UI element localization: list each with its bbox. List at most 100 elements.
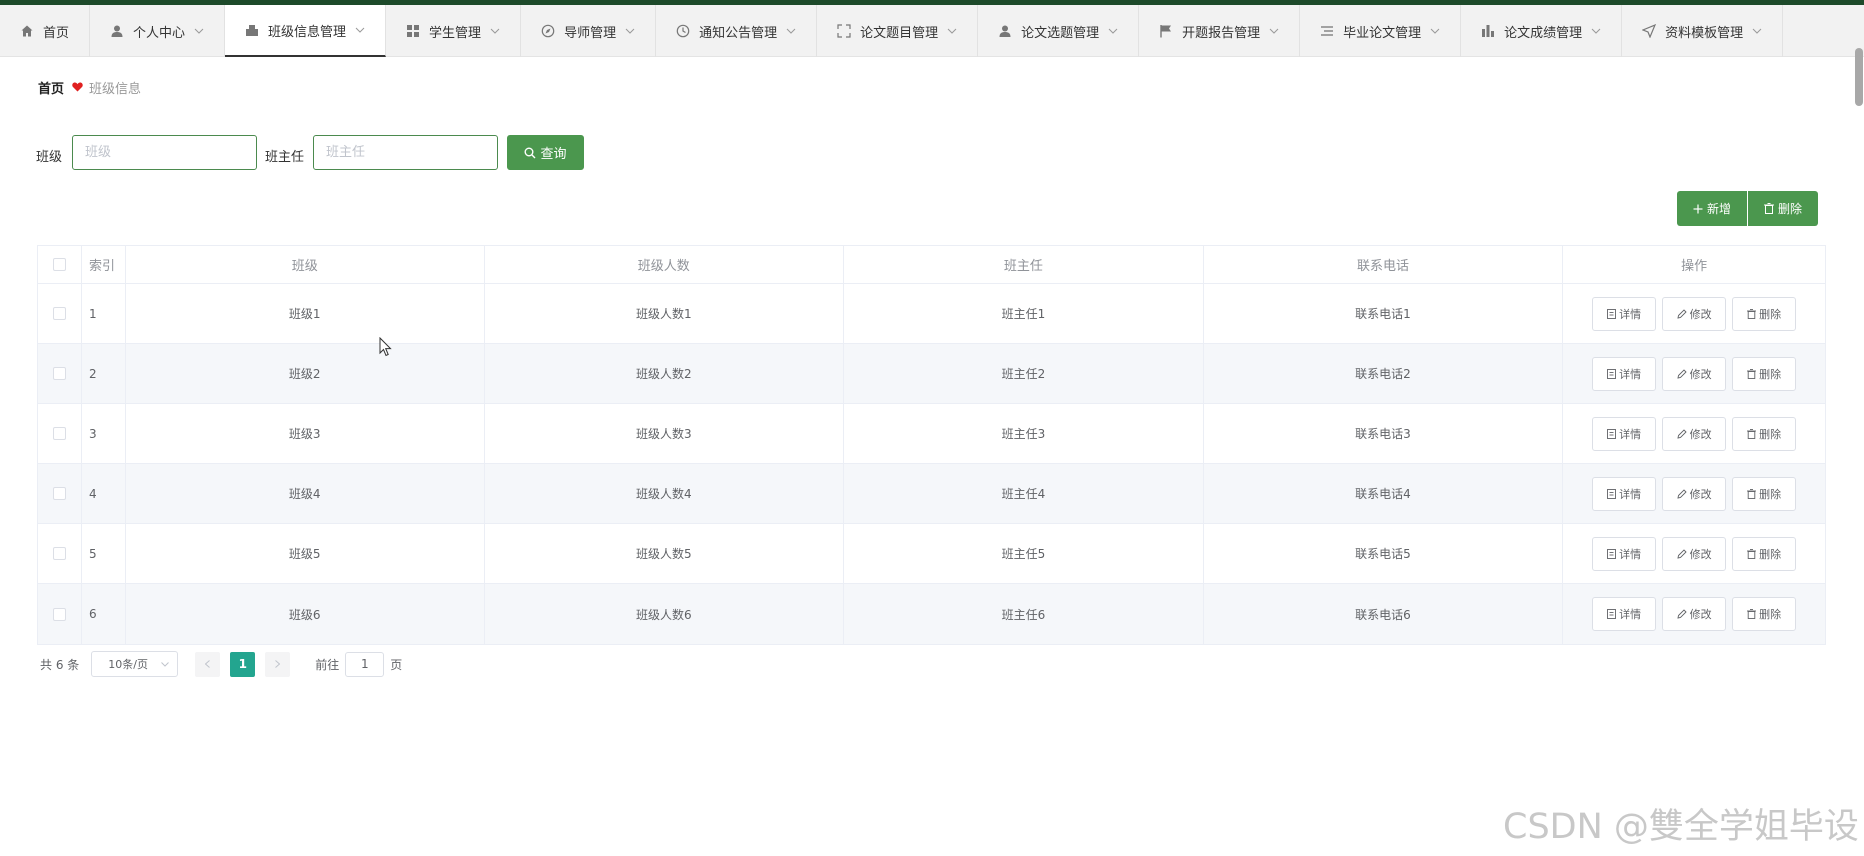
nav-item-3[interactable]: 学生管理	[386, 5, 522, 57]
delete-button[interactable]: 删除	[1732, 536, 1797, 571]
next-page-button[interactable]	[265, 651, 291, 677]
teacher-search-input[interactable]	[313, 135, 498, 170]
row-checkbox[interactable]	[52, 487, 66, 500]
page-1[interactable]: 1	[230, 651, 256, 677]
pagination-total: 共 6 条	[40, 657, 80, 672]
chevron-down-icon	[625, 26, 635, 36]
heart-icon	[72, 82, 83, 92]
document-icon	[1607, 609, 1617, 619]
table-row: 1 班级1 班级人数1 班主任1 联系电话1 详情 修改 删除	[38, 284, 1825, 344]
chevron-left-icon	[205, 660, 211, 668]
nav-item-label: 导师管理	[564, 25, 617, 41]
row-checkbox[interactable]	[52, 427, 66, 440]
delete-button[interactable]: 删除	[1732, 597, 1797, 631]
edit-button[interactable]: 修改	[1662, 597, 1727, 631]
delete-button[interactable]: 删除	[1732, 296, 1797, 331]
chevron-down-icon	[1752, 26, 1762, 36]
select-all-cell	[38, 246, 82, 283]
breadcrumb-home[interactable]: 首页	[38, 78, 64, 97]
top-nav: 首页 个人中心 班级信息管理 学生管理 导师管理 通知公告管理 论文题目管理 论文选题管理 开题…	[0, 5, 1864, 57]
trash-icon	[1747, 609, 1757, 619]
home-icon	[20, 24, 34, 38]
nav-item-9[interactable]: 毕业论文管理	[1300, 5, 1462, 57]
edit-button[interactable]: 修改	[1662, 476, 1727, 511]
trash-icon	[1747, 368, 1757, 379]
detail-button[interactable]: 详情	[1592, 536, 1657, 571]
detail-button[interactable]: 详情	[1592, 416, 1657, 451]
detail-button[interactable]: 详情	[1592, 597, 1657, 631]
detail-button[interactable]: 详情	[1592, 476, 1657, 511]
edit-button[interactable]: 修改	[1662, 416, 1727, 451]
nav-item-7[interactable]: 论文选题管理	[978, 5, 1140, 57]
header-phone: 联系电话	[1204, 246, 1564, 283]
batch-delete-button[interactable]: 删除	[1748, 191, 1818, 226]
cell-ops: 详情 修改 删除	[1563, 284, 1825, 343]
nav-item-label: 论文选题管理	[1021, 25, 1100, 41]
cell-count: 班级人数1	[485, 284, 845, 343]
cell-class: 班级1	[126, 284, 485, 343]
delete-button-label: 删除	[1759, 547, 1782, 561]
nav-item-2[interactable]: 班级信息管理	[225, 5, 387, 57]
cell-ops: 详情 修改 删除	[1563, 584, 1825, 644]
cell-class: 班级5	[126, 524, 485, 583]
nav-item-0[interactable]: 首页	[0, 5, 91, 57]
row-select-cell	[38, 584, 82, 644]
trash-icon	[1747, 308, 1757, 319]
cell-index: 6	[82, 584, 126, 644]
delete-button[interactable]: 删除	[1732, 356, 1797, 391]
cell-ops: 详情 修改 删除	[1563, 404, 1825, 463]
edit-button-label: 修改	[1689, 427, 1712, 441]
cell-class: 班级3	[126, 404, 485, 463]
send-icon	[1642, 24, 1657, 38]
chevron-down-icon	[947, 26, 957, 36]
cell-teacher: 班主任1	[844, 284, 1204, 343]
chevron-down-icon	[490, 26, 500, 36]
detail-button[interactable]: 详情	[1592, 356, 1657, 391]
nav-item-4[interactable]: 导师管理	[521, 5, 657, 57]
edit-button-label: 修改	[1689, 307, 1712, 321]
vertical-scrollbar[interactable]	[1855, 48, 1863, 106]
mouse-cursor-icon	[379, 337, 392, 357]
nav-item-6[interactable]: 论文题目管理	[817, 5, 979, 57]
user-icon	[110, 24, 124, 38]
clock-icon	[676, 24, 690, 38]
edit-button[interactable]: 修改	[1662, 356, 1727, 391]
row-checkbox[interactable]	[52, 367, 66, 380]
delete-button[interactable]: 删除	[1732, 476, 1797, 511]
cell-class: 班级2	[126, 344, 485, 403]
class-search-input[interactable]	[72, 135, 257, 170]
header-count: 班级人数	[485, 246, 845, 283]
row-checkbox[interactable]	[52, 547, 66, 560]
goto-page-input[interactable]	[345, 651, 385, 677]
cell-ops: 详情 修改 删除	[1563, 464, 1825, 523]
cell-ops: 详情 修改 删除	[1563, 344, 1825, 403]
nav-item-8[interactable]: 开题报告管理	[1139, 5, 1301, 57]
nav-item-10[interactable]: 论文成绩管理	[1461, 5, 1623, 57]
add-button[interactable]: 新增	[1677, 191, 1747, 226]
nav-item-1[interactable]: 个人中心	[90, 5, 226, 57]
cell-class: 班级6	[126, 584, 485, 644]
edit-button[interactable]: 修改	[1662, 296, 1727, 331]
detail-button-label: 详情	[1619, 367, 1642, 381]
detail-button[interactable]: 详情	[1592, 296, 1657, 331]
chart-icon	[1481, 24, 1495, 38]
plus-icon	[1693, 204, 1703, 214]
page-size-select[interactable]: 10条/页	[91, 651, 179, 677]
prev-page-button[interactable]	[195, 651, 221, 677]
cell-index: 3	[82, 404, 126, 463]
delete-button[interactable]: 删除	[1732, 416, 1797, 451]
pencil-icon	[1677, 368, 1687, 379]
row-checkbox[interactable]	[52, 607, 66, 621]
search-button[interactable]: 查询	[507, 135, 584, 170]
row-checkbox[interactable]	[52, 307, 66, 320]
nav-item-5[interactable]: 通知公告管理	[656, 5, 818, 57]
delete-button-label: 删除	[1759, 307, 1782, 321]
cell-index: 2	[82, 344, 126, 403]
batch-delete-label: 删除	[1777, 202, 1802, 216]
select-all-checkbox[interactable]	[52, 258, 66, 271]
document-icon	[1607, 368, 1617, 379]
nav-item-label: 学生管理	[429, 25, 482, 41]
edit-button[interactable]: 修改	[1662, 536, 1727, 571]
chevron-down-icon	[786, 26, 796, 36]
nav-item-11[interactable]: 资料模板管理	[1622, 5, 1784, 57]
